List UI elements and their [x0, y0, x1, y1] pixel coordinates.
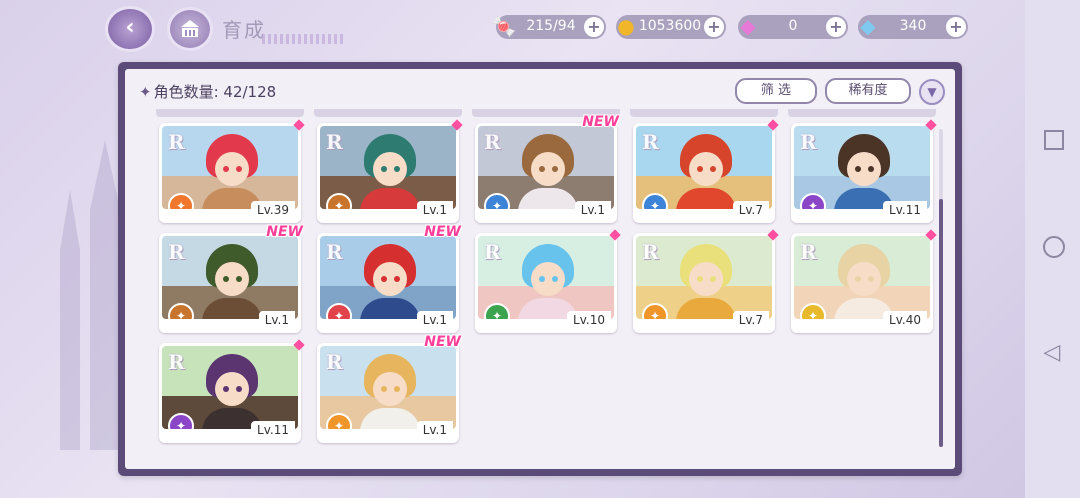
- page-title: 育成: [222, 18, 266, 42]
- new-badge: NEW: [424, 334, 461, 350]
- character-card[interactable]: R ✦ Lv.10: [475, 229, 621, 333]
- pink-diamond-add-button[interactable]: +: [826, 17, 846, 37]
- rarity-label: R: [168, 240, 185, 264]
- coin-resource: ● 1053600 +: [616, 14, 726, 39]
- character-list-inner: ✦ 角色数量: 42/128 筛 选 稀有度 ▼ R ✦ Lv.39 R ✦ L…: [125, 69, 955, 469]
- level-label: Lv.1: [574, 201, 611, 219]
- coin-value: 1053600: [638, 18, 702, 34]
- rarity-label: R: [168, 350, 185, 374]
- rarity-label: R: [326, 130, 343, 154]
- rarity-label: R: [326, 240, 343, 264]
- sparkle-icon: ✦: [139, 83, 152, 101]
- back-nav-button[interactable]: ◁: [1041, 342, 1063, 364]
- previous-row-card-edge: [156, 109, 304, 117]
- rarity-label: R: [484, 130, 501, 154]
- home-icon: [181, 20, 199, 37]
- system-navigation-bar: ◁: [1025, 0, 1080, 498]
- level-label: Lv.1: [258, 311, 295, 329]
- character-card[interactable]: R ✦ Lv.1 NEW: [317, 334, 461, 443]
- blue-diamond-value: 340: [899, 18, 927, 34]
- character-card[interactable]: R ✦ Lv.1 NEW: [159, 224, 303, 333]
- character-list-panel: ✦ 角色数量: 42/128 筛 选 稀有度 ▼ R ✦ Lv.39 R ✦ L…: [118, 62, 962, 476]
- rarity-label: R: [642, 240, 659, 264]
- blue-diamond-add-button[interactable]: +: [946, 17, 966, 37]
- rarity-label: R: [484, 240, 501, 264]
- character-portrait: R ✦: [636, 126, 772, 209]
- title-decoration: [262, 34, 344, 44]
- character-card[interactable]: R ✦ Lv.11: [791, 119, 937, 223]
- previous-row-card-edge: [314, 109, 462, 117]
- level-label: Lv.1: [416, 201, 453, 219]
- character-count: ✦ 角色数量: 42/128: [139, 81, 276, 102]
- back-arrow-icon: ‹: [125, 15, 135, 40]
- level-label: Lv.40: [883, 311, 927, 329]
- sort-order-toggle[interactable]: ▼: [919, 79, 945, 105]
- rarity-label: R: [642, 130, 659, 154]
- coin-icon: ●: [617, 14, 635, 38]
- character-portrait: R ✦: [162, 236, 298, 319]
- character-card[interactable]: R ✦ Lv.39: [159, 119, 305, 223]
- character-card[interactable]: R ✦ Lv.1 NEW: [475, 114, 619, 223]
- candy-add-button[interactable]: +: [584, 17, 604, 37]
- level-label: Lv.7: [732, 311, 769, 329]
- character-card[interactable]: R ✦ Lv.11: [159, 339, 305, 443]
- pink-diamond-icon: ◆: [740, 14, 756, 38]
- previous-row-card-edge: [788, 109, 936, 117]
- back-button[interactable]: ‹: [108, 9, 152, 49]
- filter-button[interactable]: 筛 选: [735, 78, 817, 104]
- character-portrait: R ✦: [162, 346, 298, 429]
- character-portrait: R ✦: [478, 126, 614, 209]
- pink-diamond-resource: ◆ 0 +: [738, 14, 848, 39]
- chevron-down-icon: ▼: [927, 85, 937, 99]
- new-badge: NEW: [424, 224, 461, 240]
- character-grid: R ✦ Lv.39 R ✦ Lv.1 R ✦ Lv.1 NEW R ✦ Lv.7…: [153, 109, 937, 459]
- blue-diamond-icon: ◆: [860, 14, 876, 38]
- home-button[interactable]: [170, 10, 210, 48]
- character-card[interactable]: R ✦ Lv.40: [791, 229, 937, 333]
- new-badge: NEW: [582, 114, 619, 130]
- rarity-label: R: [800, 130, 817, 154]
- rarity-label: R: [168, 130, 185, 154]
- character-portrait: R ✦: [636, 236, 772, 319]
- level-label: Lv.11: [883, 201, 927, 219]
- level-label: Lv.1: [416, 421, 453, 439]
- character-portrait: R ✦: [320, 126, 456, 209]
- pink-diamond-value: 0: [788, 18, 798, 34]
- character-card[interactable]: R ✦ Lv.7: [633, 119, 779, 223]
- recent-apps-button[interactable]: [1044, 130, 1064, 150]
- rarity-sort-button[interactable]: 稀有度: [825, 78, 911, 104]
- level-label: Lv.11: [251, 421, 295, 439]
- candy-resource: 🍬 215/94 +: [492, 14, 606, 39]
- level-label: Lv.1: [416, 311, 453, 329]
- character-portrait: R ✦: [794, 236, 930, 319]
- home-nav-button[interactable]: [1043, 236, 1065, 258]
- character-portrait: R ✦: [794, 126, 930, 209]
- level-label: Lv.10: [567, 311, 611, 329]
- character-card[interactable]: R ✦ Lv.1 NEW: [317, 224, 461, 333]
- rarity-label: R: [800, 240, 817, 264]
- scrollbar-thumb[interactable]: [939, 199, 943, 447]
- character-portrait: R ✦: [162, 126, 298, 209]
- coin-add-button[interactable]: +: [704, 17, 724, 37]
- candy-icon: 🍬: [491, 14, 517, 38]
- level-label: Lv.7: [732, 201, 769, 219]
- previous-row-card-edge: [630, 109, 778, 117]
- character-count-text: 角色数量: 42/128: [153, 83, 277, 101]
- character-card[interactable]: R ✦ Lv.7: [633, 229, 779, 333]
- character-card[interactable]: R ✦ Lv.1: [317, 119, 463, 223]
- character-portrait: R ✦: [478, 236, 614, 319]
- rarity-label: R: [326, 350, 343, 374]
- character-portrait: R ✦: [320, 346, 456, 429]
- level-label: Lv.39: [251, 201, 295, 219]
- new-badge: NEW: [266, 224, 303, 240]
- candy-value: 215/94: [526, 18, 576, 34]
- character-portrait: R ✦: [320, 236, 456, 319]
- blue-diamond-resource: ◆ 340 +: [858, 14, 968, 39]
